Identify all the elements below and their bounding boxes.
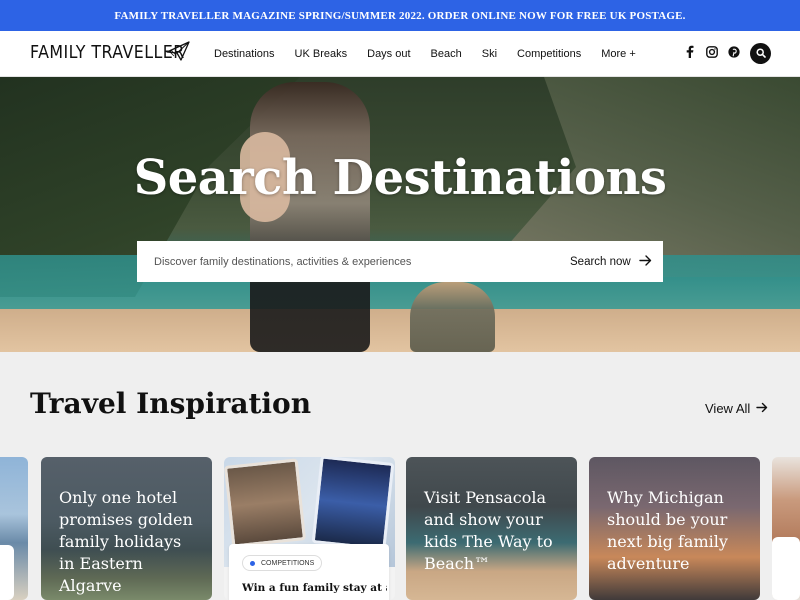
search-now-label: Search now — [570, 255, 631, 268]
search-now-button[interactable]: Search now — [570, 241, 652, 282]
search-icon — [755, 45, 766, 63]
card-partial-right[interactable] — [772, 457, 800, 600]
main-menu: Destinations UK Breaks Days out Beach Sk… — [214, 31, 656, 77]
card-title: Win a fun family stay at a — [242, 582, 387, 594]
facebook-icon[interactable] — [683, 45, 696, 58]
category-badge[interactable]: COMPETITIONS — [242, 555, 323, 571]
section-title: Travel Inspiration — [30, 387, 312, 420]
hero-sand — [0, 309, 800, 352]
card-michigan[interactable]: Why Michigan should be your next big fam… — [589, 457, 760, 600]
instagram-icon[interactable] — [705, 45, 718, 58]
pinterest-icon[interactable] — [727, 45, 740, 58]
hero-child-figure — [410, 282, 495, 352]
menu-item-beach[interactable]: Beach — [431, 48, 462, 60]
destination-search-box: Search now — [137, 241, 663, 282]
card-info-panel — [772, 537, 800, 600]
lightyear-ticket-image — [311, 457, 395, 551]
menu-item-uk-breaks[interactable]: UK Breaks — [295, 48, 348, 60]
card-title: Visit Pensacola and show your kids The W… — [424, 488, 553, 573]
promo-banner[interactable]: FAMILY TRAVELLER MAGAZINE SPRING/SUMMER … — [0, 0, 800, 31]
toy-ticket-image — [224, 458, 307, 548]
arrow-right-icon — [639, 254, 652, 269]
top-navigation: FAMILY TRAVELLER Destinations UK Breaks … — [0, 31, 800, 77]
hero-banner: Search Destinations Search now — [0, 77, 800, 352]
promo-text: FAMILY TRAVELLER MAGAZINE SPRING/SUMMER … — [114, 9, 686, 22]
card-info-panel: COMPETITIONS Win a fun family stay at a — [229, 544, 389, 600]
menu-item-more[interactable]: More + — [601, 48, 636, 60]
inspiration-carousel: Only one hotel promises golden family ho… — [0, 457, 800, 600]
card-title: Why Michigan should be your next big fam… — [607, 488, 728, 573]
hero-title: Search Destinations — [133, 150, 667, 206]
menu-item-ski[interactable]: Ski — [482, 48, 497, 60]
card-eastern-algarve[interactable]: Only one hotel promises golden family ho… — [41, 457, 212, 600]
card-partial-left[interactable] — [0, 457, 28, 600]
arrow-right-icon — [756, 401, 768, 416]
site-logo[interactable]: FAMILY TRAVELLER — [30, 41, 206, 63]
card-title: Only one hotel promises golden family ho… — [59, 488, 193, 595]
logo-text: FAMILY TRAVELLER — [30, 42, 185, 63]
menu-item-days-out[interactable]: Days out — [367, 48, 410, 60]
card-competition[interactable]: COMPETITIONS Win a fun family stay at a — [224, 457, 395, 600]
search-button[interactable] — [750, 43, 771, 64]
view-all-link[interactable]: View All — [705, 401, 768, 416]
menu-item-competitions[interactable]: Competitions — [517, 48, 581, 60]
paper-plane-icon — [166, 40, 190, 67]
view-all-label: View All — [705, 401, 751, 416]
menu-item-destinations[interactable]: Destinations — [214, 48, 275, 60]
card-info-panel — [0, 545, 14, 600]
card-pensacola[interactable]: Visit Pensacola and show your kids The W… — [406, 457, 577, 600]
destination-search-input[interactable] — [154, 241, 534, 282]
social-links — [683, 45, 740, 58]
